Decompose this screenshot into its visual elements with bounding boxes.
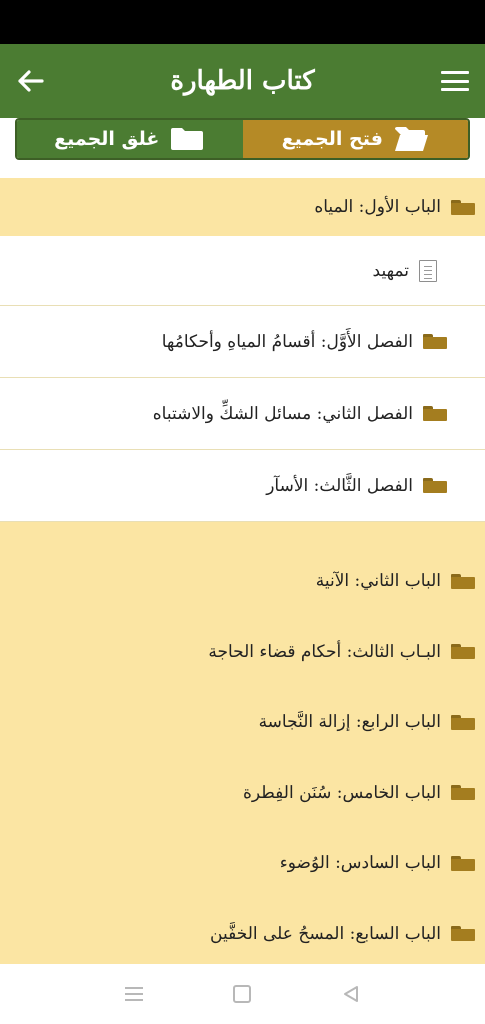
chapter-list: الباب الأول: المياه تمهيد الفصل الأَوَّل… bbox=[0, 178, 485, 969]
section-row[interactable]: الفصل الثاني: مسائل الشكِّ والاشتباه bbox=[0, 378, 485, 450]
back-button[interactable] bbox=[0, 44, 60, 118]
intro-label: تمهيد bbox=[372, 260, 409, 281]
folder-icon bbox=[423, 406, 447, 421]
section-label: الفصل الثَّالث: الأسآر bbox=[266, 475, 413, 496]
chapter-row[interactable]: الباب السابع: المسحُ على الخفَّين bbox=[0, 898, 485, 969]
folder-icon bbox=[423, 334, 447, 349]
intro-row[interactable]: تمهيد bbox=[0, 236, 485, 306]
chapter-label: الباب الرابع: إزالة النَّجاسة bbox=[258, 712, 441, 733]
hamburger-menu-icon bbox=[440, 71, 469, 91]
folder-icon bbox=[451, 714, 475, 730]
chapter-label: الباب الأول: المياه bbox=[314, 197, 441, 217]
chapter-label: البـاب الثالث: أحكام قضاء الحاجة bbox=[208, 641, 441, 662]
chapter-label: الباب السابع: المسحُ على الخفَّين bbox=[210, 923, 441, 944]
chapter-row[interactable]: الباب الأول: المياه bbox=[0, 178, 485, 236]
system-nav-bar bbox=[0, 964, 485, 1024]
close-all-label: غلق الجميع bbox=[54, 128, 160, 150]
open-all-label: فتح الجميع bbox=[281, 128, 383, 150]
folder-icon bbox=[451, 573, 475, 589]
chapter-row[interactable]: الباب الرابع: إزالة النَّجاسة bbox=[0, 687, 485, 758]
recents-icon[interactable] bbox=[125, 987, 144, 1001]
chapter-row[interactable]: الباب السادس: الوُضوء bbox=[0, 828, 485, 899]
folder-closed-icon bbox=[171, 128, 204, 150]
app-bar: كتاب الطهارة bbox=[0, 44, 485, 118]
open-all-button[interactable]: فتح الجميع bbox=[242, 120, 468, 158]
chapter-row[interactable]: الباب الخامس: سُنَن الفِطرة bbox=[0, 757, 485, 828]
chapter-label: الباب الثاني: الآنية bbox=[315, 571, 441, 592]
section-row[interactable]: الفصل الأَوَّل: أقسامُ المياهِ وأحكامُها bbox=[0, 306, 485, 378]
home-icon[interactable] bbox=[233, 985, 252, 1003]
folder-icon bbox=[451, 926, 475, 942]
folder-icon bbox=[451, 855, 475, 871]
chapter-row[interactable]: الباب الثاني: الآنية bbox=[0, 546, 485, 617]
divider-band bbox=[0, 522, 485, 546]
section-label: الفصل الثاني: مسائل الشكِّ والاشتباه bbox=[152, 403, 413, 424]
arrow-left-icon bbox=[18, 70, 44, 92]
chapter-label: الباب الخامس: سُنَن الفِطرة bbox=[242, 782, 441, 803]
close-all-button[interactable]: غلق الجميع bbox=[17, 120, 243, 158]
folder-icon bbox=[451, 644, 475, 660]
status-bar bbox=[0, 0, 485, 44]
folder-icon bbox=[423, 478, 447, 493]
chapter-label: الباب السادس: الوُضوء bbox=[279, 853, 441, 874]
folder-icon bbox=[451, 785, 475, 801]
nav-back-icon[interactable] bbox=[342, 985, 360, 1003]
section-label: الفصل الأَوَّل: أقسامُ المياهِ وأحكامُها bbox=[161, 331, 413, 352]
page-title: كتاب الطهارة bbox=[170, 66, 315, 96]
menu-button[interactable] bbox=[425, 44, 485, 118]
folder-open-icon bbox=[394, 127, 428, 151]
folder-icon bbox=[451, 199, 475, 215]
chapter-row[interactable]: البـاب الثالث: أحكام قضاء الحاجة bbox=[0, 616, 485, 687]
document-icon bbox=[419, 259, 437, 282]
expand-collapse-toggle: غلق الجميع فتح الجميع bbox=[15, 118, 470, 160]
section-row[interactable]: الفصل الثَّالث: الأسآر bbox=[0, 450, 485, 522]
